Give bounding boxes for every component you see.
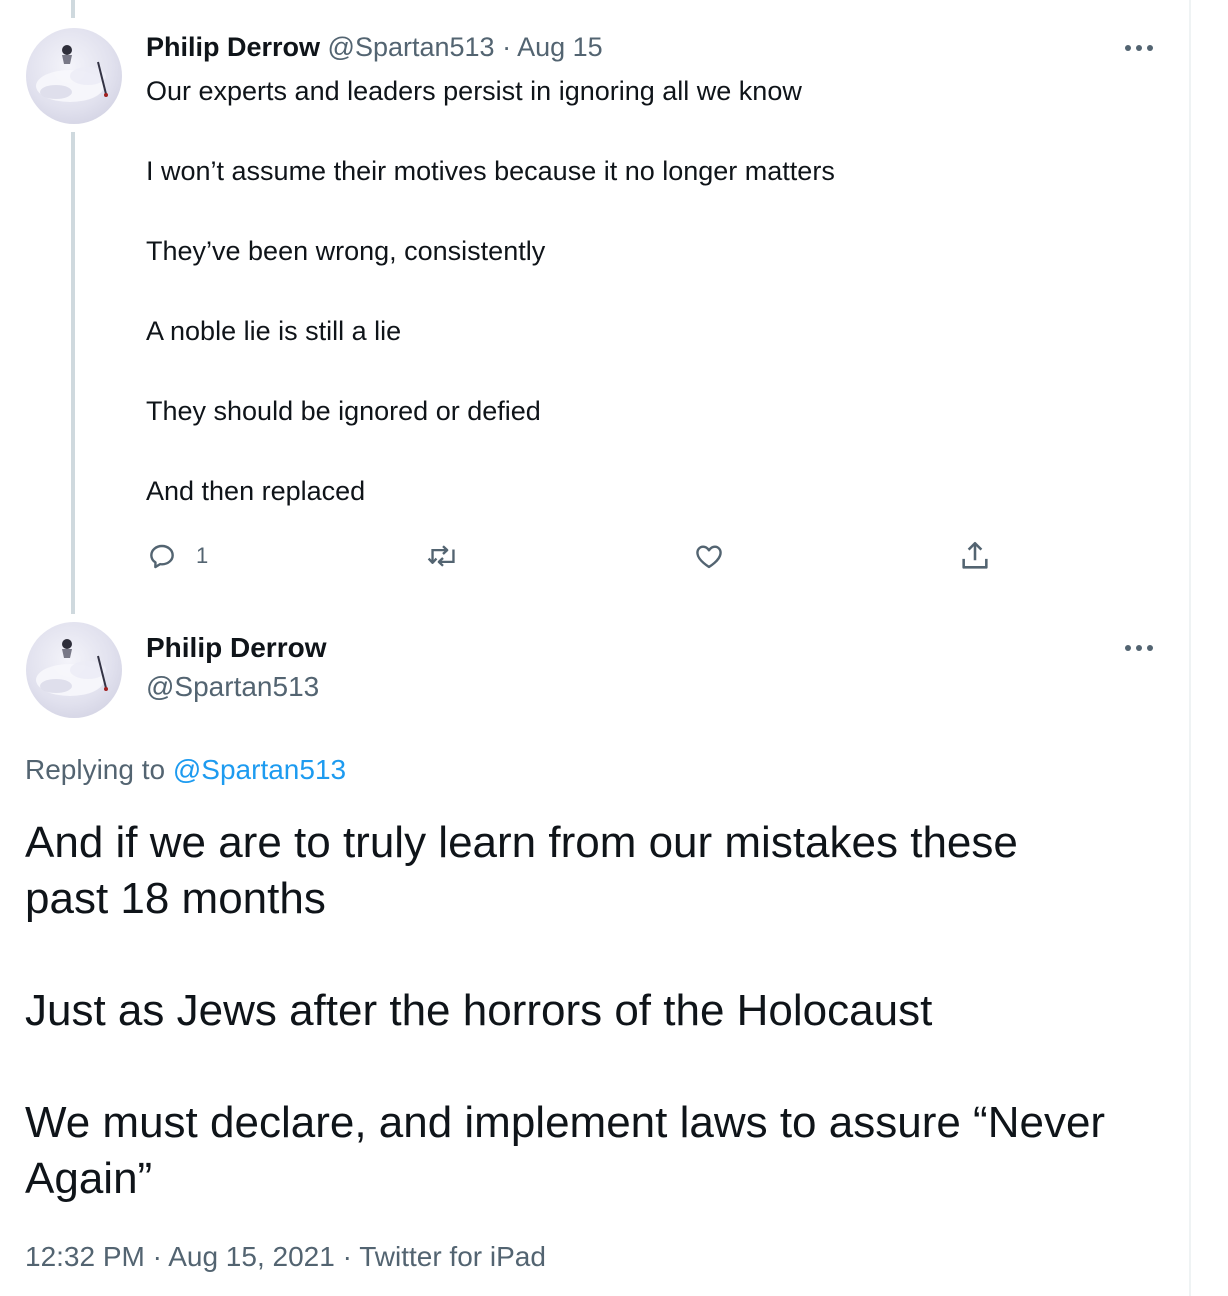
timeline-border xyxy=(1189,0,1191,1296)
reply-button[interactable]: 1 xyxy=(146,536,208,576)
tweet-line: They should be ignored or defied xyxy=(146,396,541,426)
avatar[interactable] xyxy=(26,622,122,718)
avatar[interactable] xyxy=(26,28,122,124)
tweet-line: A noble lie is still a lie xyxy=(146,316,402,346)
more-icon xyxy=(1125,645,1153,651)
replying-to: Replying to @Spartan513 xyxy=(25,751,346,789)
author-name[interactable]: Philip Derrow xyxy=(146,32,320,62)
reply-icon xyxy=(150,544,174,569)
thread-line xyxy=(71,132,75,614)
share-icon xyxy=(962,541,988,569)
more-icon xyxy=(1125,45,1153,51)
retweet-button[interactable] xyxy=(426,536,460,576)
tweet-meta: 12:32 PM · Aug 15, 2021 · Twitter for iP… xyxy=(25,1238,546,1276)
more-button[interactable] xyxy=(1117,633,1161,663)
avatar-image xyxy=(36,45,108,102)
share-button[interactable] xyxy=(958,536,992,576)
heart-icon xyxy=(696,545,722,569)
mention-link[interactable]: @Spartan513 xyxy=(173,754,346,785)
tweet-full-date[interactable]: Aug 15, 2021 xyxy=(168,1241,335,1272)
author-name[interactable]: Philip Derrow xyxy=(146,629,326,667)
tweet1-header: Philip Derrow @Spartan513 · Aug 15 xyxy=(146,28,603,66)
avatar-image xyxy=(36,639,108,696)
tweet-line: past 18 months xyxy=(25,874,326,923)
meta-separator: · xyxy=(152,1241,162,1272)
tweet-line: Again” xyxy=(25,1154,153,1203)
reply-count: 1 xyxy=(196,543,209,568)
tweet-line: I won’t assume their motives because it … xyxy=(146,156,835,186)
tweet-date[interactable]: Aug 15 xyxy=(517,32,603,62)
author-handle[interactable]: @Spartan513 xyxy=(328,32,495,62)
meta-separator: · xyxy=(342,1241,352,1272)
thread-line-top xyxy=(71,0,75,18)
tweet-line: And if we are to truly learn from our mi… xyxy=(25,818,1018,867)
tweet-line: Just as Jews after the horrors of the Ho… xyxy=(25,986,933,1035)
like-button[interactable] xyxy=(692,536,726,576)
tweet-time[interactable]: 12:32 PM xyxy=(25,1241,145,1272)
tweet-line: We must declare, and implement laws to a… xyxy=(25,1098,1106,1147)
replying-label: Replying to xyxy=(25,754,166,785)
more-button[interactable] xyxy=(1117,33,1161,63)
tweet-line: And then replaced xyxy=(146,476,366,506)
tweet-line: Our experts and leaders persist in ignor… xyxy=(146,76,802,106)
tweet-line: They’ve been wrong, consistently xyxy=(146,236,546,266)
retweet-icon xyxy=(427,545,455,567)
tweet-source[interactable]: Twitter for iPad xyxy=(359,1241,546,1272)
author-handle[interactable]: @Spartan513 xyxy=(146,668,319,706)
header-separator: · xyxy=(502,32,512,62)
